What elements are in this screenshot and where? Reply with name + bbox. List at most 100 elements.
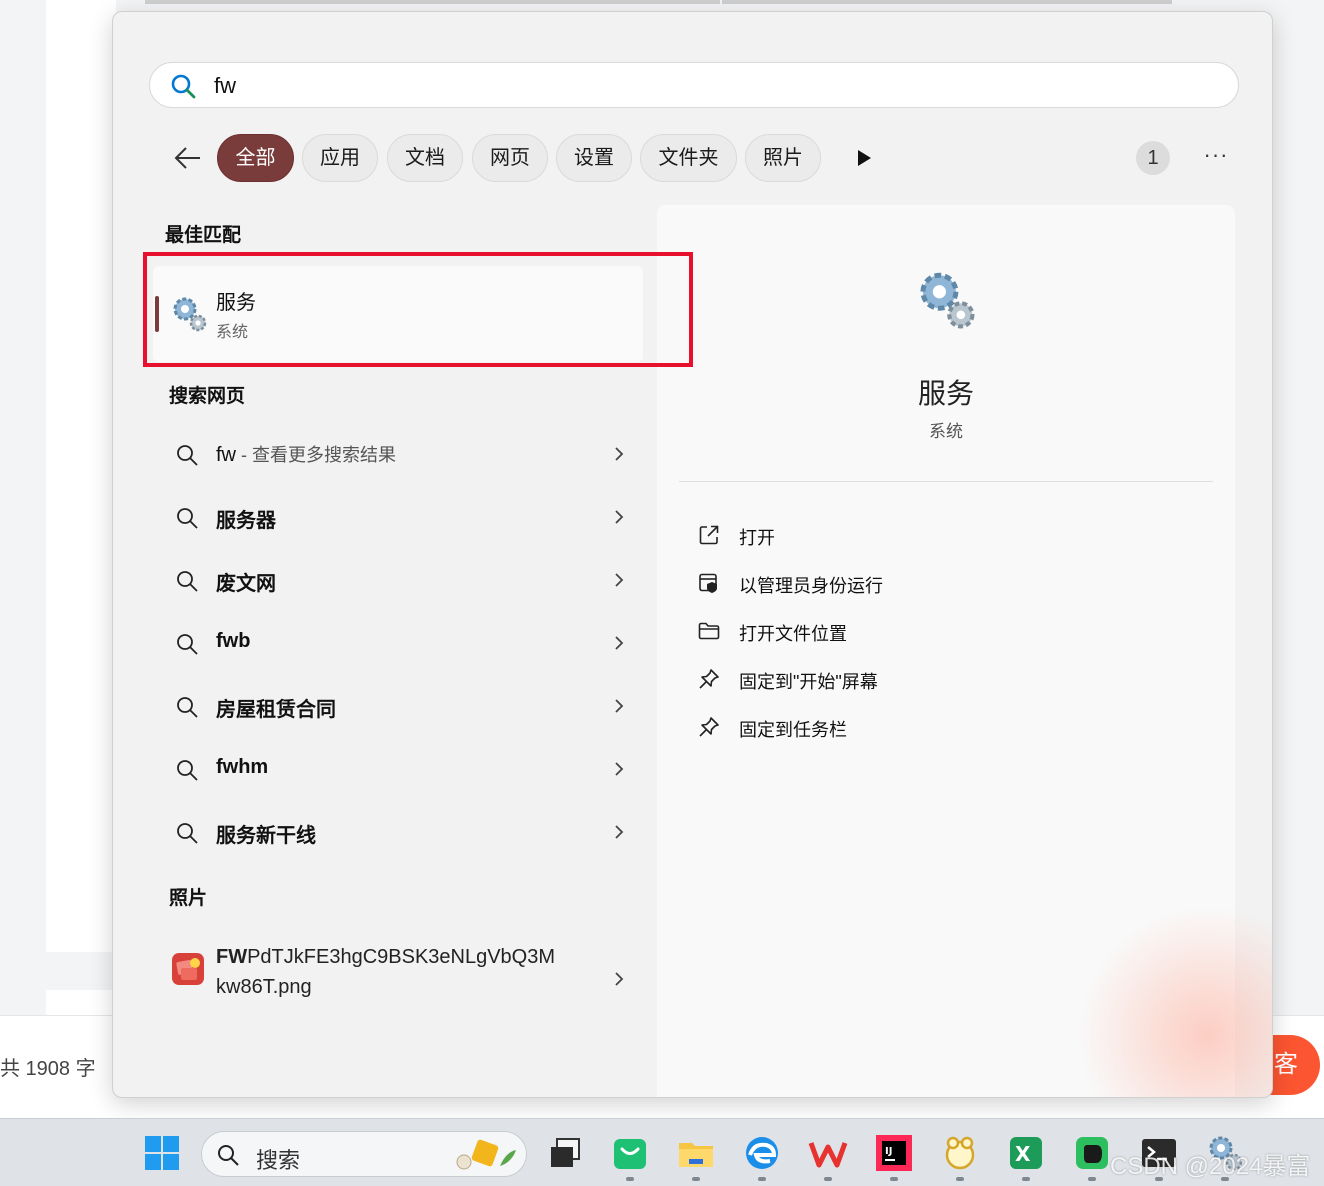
taskbar-search-label: 搜索 <box>256 1148 301 1173</box>
excel-icon[interactable]: X <box>1006 1133 1046 1173</box>
intellij-idea-icon[interactable]: IJ <box>874 1133 914 1173</box>
web-result-text: fwb <box>216 630 251 652</box>
search-icon <box>218 1145 239 1166</box>
more-options-button[interactable]: ··· <box>1198 138 1234 178</box>
filter-chip-web[interactable]: 网页 <box>472 134 548 182</box>
navicat-icon[interactable] <box>940 1133 980 1173</box>
background-card <box>46 0 116 952</box>
web-result-row[interactable]: fw - 查看更多搜索结果 <box>165 426 627 482</box>
task-view-icon[interactable] <box>545 1133 585 1173</box>
search-icon <box>177 571 198 592</box>
web-result-row[interactable]: 服务器 <box>165 489 627 545</box>
start-search-panel: 全部 应用 文档 网页 设置 文件夹 照片 1 ··· 最佳匹配 服务 系统 搜… <box>112 11 1273 1098</box>
pin-icon <box>699 717 719 737</box>
filter-chip-folders[interactable]: 文件夹 <box>640 134 737 182</box>
best-match-item[interactable]: 服务 系统 <box>153 266 643 362</box>
word-count: 共 1908 字 <box>0 1058 96 1080</box>
action-open[interactable]: 打开 <box>693 515 1093 555</box>
wechat-store-icon[interactable] <box>610 1133 650 1173</box>
web-result-text: 服务新干线 <box>216 825 316 847</box>
web-search-heading: 搜索网页 <box>169 386 246 407</box>
wps-office-icon[interactable] <box>808 1133 848 1173</box>
search-icon <box>177 760 198 781</box>
background-strip <box>722 0 1172 4</box>
filter-chip-documents[interactable]: 文档 <box>387 134 463 182</box>
scroll-right-icon[interactable] <box>854 148 874 168</box>
best-match-subtitle: 系统 <box>216 324 249 341</box>
running-indicator <box>758 1177 766 1181</box>
running-indicator <box>626 1177 634 1181</box>
detail-app-subtitle: 系统 <box>929 422 963 441</box>
web-result-text: fwhm <box>216 756 269 778</box>
running-indicator <box>1088 1177 1096 1181</box>
csdn-watermark: CSDN @2024暴富 <box>1110 1153 1311 1180</box>
running-indicator <box>956 1177 964 1181</box>
decorative-glow <box>1077 905 1272 1097</box>
chevron-right-icon <box>615 699 624 713</box>
web-result-text: 服务器 <box>216 510 276 532</box>
web-result-row[interactable]: 废文网 <box>165 552 627 608</box>
services-gear-icon <box>920 272 975 329</box>
chevron-right-icon <box>615 510 624 524</box>
divider <box>679 481 1213 482</box>
chevron-right-icon <box>615 762 624 776</box>
edge-browser-icon[interactable] <box>742 1133 782 1173</box>
action-pin-to-taskbar[interactable]: 固定到任务栏 <box>693 707 1093 747</box>
folder-icon <box>698 622 720 640</box>
best-match-heading: 最佳匹配 <box>165 225 242 246</box>
count-badge[interactable]: 1 <box>1136 141 1170 175</box>
run-as-admin-icon <box>699 573 717 593</box>
file-explorer-icon[interactable] <box>676 1133 716 1173</box>
search-icon <box>177 445 198 466</box>
search-box[interactable] <box>149 62 1239 108</box>
best-match-name: 服务 <box>216 292 256 314</box>
filter-chip-photos[interactable]: 照片 <box>745 134 821 182</box>
web-result-row[interactable]: fwb <box>165 615 627 671</box>
photo-file-name: FWPdTJkFE3hgC9BSK3eNLgVbQ3Mkw86T.png <box>216 946 556 998</box>
web-result-row[interactable]: 房屋租赁合同 <box>165 678 627 734</box>
search-icon <box>177 823 198 844</box>
filter-chip-settings[interactable]: 设置 <box>556 134 632 182</box>
search-icon <box>171 74 196 99</box>
action-open-file-location[interactable]: 打开文件位置 <box>693 611 1093 651</box>
action-label: 以管理员身份运行 <box>739 576 883 596</box>
chevron-right-icon <box>615 636 624 650</box>
search-input[interactable] <box>214 69 1114 103</box>
evernote-icon[interactable] <box>1072 1133 1112 1173</box>
filter-chip-apps[interactable]: 应用 <box>302 134 378 182</box>
action-label: 打开文件位置 <box>739 624 847 644</box>
action-pin-to-start[interactable]: 固定到"开始"屏幕 <box>693 659 1093 699</box>
web-result-text: 废文网 <box>216 573 276 595</box>
filter-bar: 全部 应用 文档 网页 设置 文件夹 照片 1 ··· <box>168 134 1238 182</box>
detail-app-name: 服务 <box>917 378 974 409</box>
chevron-right-icon <box>615 573 624 587</box>
svg-text:IJ: IJ <box>885 1146 892 1157</box>
detail-pane: 服务 系统 打开 以管理员身份运行 打开文件位置 固定到"开始"屏幕 固定到任务… <box>657 205 1272 1097</box>
action-label: 打开 <box>739 528 775 548</box>
photos-app-icon <box>172 953 204 985</box>
background-strip <box>145 0 720 4</box>
selection-indicator <box>155 296 159 332</box>
chevron-right-icon <box>615 447 624 461</box>
windows-start-icon[interactable] <box>142 1133 182 1173</box>
pin-icon <box>699 669 719 689</box>
photo-result-row[interactable]: FWPdTJkFE3hgC9BSK3eNLgVbQ3Mkw86T.png <box>165 938 627 1018</box>
filter-chip-all[interactable]: 全部 <box>217 134 294 182</box>
chevron-right-icon <box>615 972 624 986</box>
web-result-query: fw <box>216 444 236 466</box>
taskbar-search-box[interactable]: 搜索 <box>201 1131 527 1177</box>
web-result-text: 房屋租赁合同 <box>216 699 336 721</box>
open-external-icon <box>699 525 719 545</box>
web-result-row[interactable]: fwhm <box>165 741 627 797</box>
running-indicator <box>692 1177 700 1181</box>
running-indicator <box>890 1177 898 1181</box>
action-label: 固定到任务栏 <box>739 720 847 740</box>
services-gear-icon <box>173 297 207 332</box>
web-result-suffix: - 查看更多搜索结果 <box>236 445 396 465</box>
action-run-as-admin[interactable]: 以管理员身份运行 <box>693 563 1093 603</box>
photos-heading: 照片 <box>169 888 208 909</box>
back-arrow-icon[interactable] <box>168 138 208 178</box>
running-indicator <box>824 1177 832 1181</box>
web-result-row[interactable]: 服务新干线 <box>165 804 627 860</box>
search-highlight-icon <box>456 1139 516 1170</box>
